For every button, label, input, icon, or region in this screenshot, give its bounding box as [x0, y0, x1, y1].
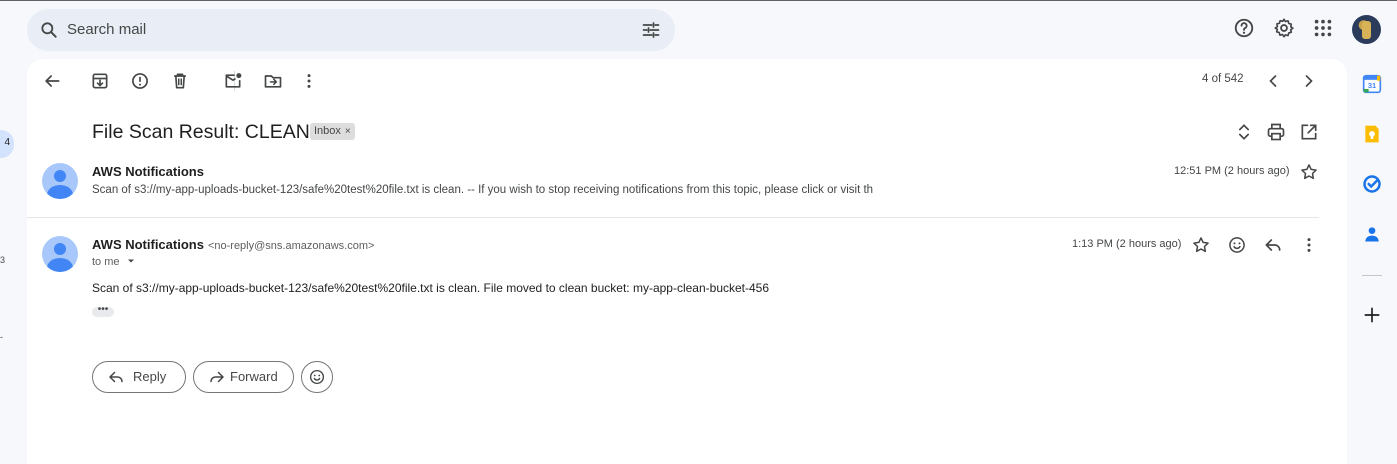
move-to-icon[interactable] [263, 71, 283, 91]
search-icon[interactable] [39, 20, 59, 40]
search-bar[interactable]: Search mail [27, 9, 675, 51]
email-subject: File Scan Result: CLEAN [92, 121, 310, 143]
caret-down-icon[interactable] [126, 256, 136, 266]
star-icon[interactable] [1191, 235, 1211, 255]
add-addon-plus-icon[interactable] [1362, 305, 1382, 325]
help-icon[interactable] [1233, 17, 1255, 39]
add-reaction-icon[interactable] [1227, 235, 1247, 255]
forward-button[interactable]: Forward [193, 361, 294, 393]
open-in-new-window-icon[interactable] [1299, 122, 1319, 142]
message-sender: AWS Notifications <no-reply@sns.amazonaws… [92, 237, 374, 252]
reply-button[interactable]: Reply [92, 361, 186, 393]
message-more-icon[interactable] [1299, 235, 1319, 255]
sender-email: <no-reply@sns.amazonaws.com> [207, 240, 375, 252]
reply-label: Reply [133, 369, 167, 384]
sender-avatar [42, 236, 78, 272]
report-spam-icon[interactable] [130, 71, 150, 91]
side-panel-divider [1362, 275, 1382, 276]
newer-chevron-left-icon[interactable] [1263, 71, 1283, 91]
search-input[interactable]: Search mail [67, 9, 146, 51]
nav-count-fragment: 3 [0, 255, 6, 265]
expand-all-icon[interactable] [1234, 122, 1254, 142]
message-sender: AWS Notifications [92, 164, 204, 179]
pagination-count: 4 of 542 [1202, 73, 1244, 85]
more-options-icon[interactable] [299, 71, 319, 91]
nav-fragment: - [0, 332, 3, 342]
message-body: Scan of s3://my-app-uploads-bucket-123/s… [92, 281, 770, 295]
message-divider [27, 217, 1319, 218]
inbox-label-chip: Inbox × [310, 123, 355, 140]
settings-icon[interactable] [1273, 17, 1295, 39]
top-border [0, 0, 1397, 1]
show-trimmed-content-button[interactable]: ••• [92, 305, 114, 317]
reply-arrow-icon [109, 371, 123, 383]
message-time: 1:13 PM (2 hours ago) [1072, 238, 1182, 250]
delete-icon[interactable] [170, 71, 190, 91]
mark-unread-icon[interactable] [223, 71, 243, 91]
back-arrow-icon[interactable] [42, 71, 62, 91]
recipient-text: to me [92, 256, 120, 268]
emoji-reaction-button[interactable] [301, 361, 333, 393]
message-time: 12:51 PM (2 hours ago) [1174, 165, 1290, 177]
star-icon[interactable] [1299, 162, 1319, 182]
keep-icon[interactable] [1362, 124, 1382, 144]
svg-text:31: 31 [1368, 81, 1376, 90]
archive-icon[interactable] [90, 71, 110, 91]
message-view: 4 of 542 File Scan Result: CLEAN Inbox × … [27, 59, 1347, 464]
sender-avatar [42, 163, 78, 199]
inbox-label-text: Inbox [314, 125, 341, 137]
calendar-icon[interactable]: 31 [1362, 74, 1382, 94]
print-icon[interactable] [1266, 122, 1286, 142]
older-chevron-right-icon[interactable] [1299, 71, 1319, 91]
contacts-icon[interactable] [1362, 224, 1382, 244]
remove-label-icon[interactable]: × [345, 126, 351, 137]
sender-name: AWS Notifications [92, 237, 204, 252]
forward-label: Forward [230, 369, 278, 384]
reply-icon[interactable] [1263, 235, 1283, 255]
forward-arrow-icon [210, 371, 224, 383]
nav-unread-count: 4 [4, 137, 10, 148]
emoji-icon [309, 369, 325, 385]
nav-unread-badge[interactable]: 4 [0, 130, 14, 158]
account-avatar[interactable] [1352, 15, 1381, 44]
message-snippet[interactable]: Scan of s3://my-app-uploads-bucket-123/s… [92, 184, 873, 196]
apps-grid-icon[interactable] [1312, 17, 1334, 39]
recipient-details[interactable]: to me [92, 256, 136, 268]
search-options-icon[interactable] [641, 20, 661, 40]
tasks-icon[interactable] [1362, 174, 1382, 194]
